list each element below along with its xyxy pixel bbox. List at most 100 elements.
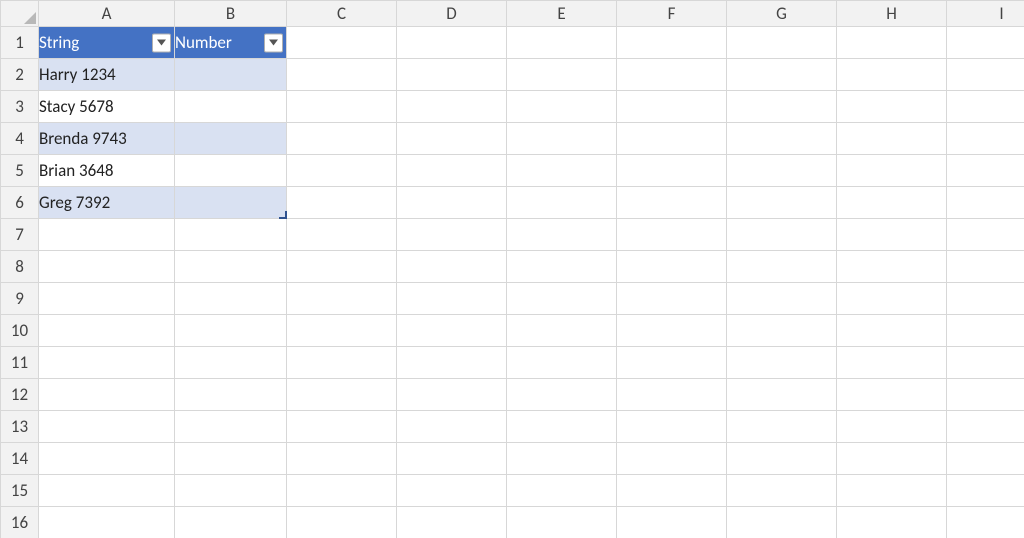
row-header[interactable]: 4: [1, 123, 39, 155]
cell[interactable]: [507, 443, 617, 475]
cell[interactable]: [397, 219, 507, 251]
cell[interactable]: [287, 315, 397, 347]
row-header[interactable]: 7: [1, 219, 39, 251]
cell[interactable]: [727, 123, 837, 155]
cell[interactable]: [837, 187, 947, 219]
cell[interactable]: [39, 347, 175, 379]
cell[interactable]: [947, 123, 1024, 155]
row-header[interactable]: 3: [1, 91, 39, 123]
row-header[interactable]: 15: [1, 475, 39, 507]
cell[interactable]: [837, 219, 947, 251]
table-resize-handle[interactable]: [279, 211, 287, 219]
cell[interactable]: [727, 251, 837, 283]
cell[interactable]: [727, 379, 837, 411]
cell[interactable]: [837, 59, 947, 91]
cell[interactable]: [39, 411, 175, 443]
cell[interactable]: [287, 155, 397, 187]
cell[interactable]: [947, 379, 1024, 411]
cell[interactable]: [617, 251, 727, 283]
cell[interactable]: [727, 315, 837, 347]
cell[interactable]: [727, 27, 837, 59]
cell[interactable]: [617, 347, 727, 379]
cell[interactable]: [287, 443, 397, 475]
table-cell[interactable]: [175, 59, 287, 91]
cell[interactable]: [507, 123, 617, 155]
cell[interactable]: [175, 251, 287, 283]
cell[interactable]: [397, 443, 507, 475]
filter-dropdown-button[interactable]: [152, 33, 171, 52]
cell[interactable]: [727, 187, 837, 219]
cell[interactable]: [727, 219, 837, 251]
cell[interactable]: [175, 315, 287, 347]
cell[interactable]: [39, 379, 175, 411]
cell[interactable]: [397, 91, 507, 123]
cell[interactable]: [727, 283, 837, 315]
cell[interactable]: [837, 411, 947, 443]
cell[interactable]: [287, 411, 397, 443]
cell[interactable]: [837, 91, 947, 123]
cell[interactable]: [287, 59, 397, 91]
cell[interactable]: [727, 475, 837, 507]
row-header[interactable]: 9: [1, 283, 39, 315]
cell[interactable]: [837, 155, 947, 187]
table-cell[interactable]: [175, 187, 287, 219]
table-cell[interactable]: [175, 155, 287, 187]
cell[interactable]: [837, 379, 947, 411]
cell[interactable]: [39, 443, 175, 475]
row-header[interactable]: 16: [1, 507, 39, 538]
cell[interactable]: [727, 507, 837, 538]
table-cell[interactable]: [175, 123, 287, 155]
cell[interactable]: [727, 91, 837, 123]
cell[interactable]: [507, 379, 617, 411]
cell[interactable]: [837, 347, 947, 379]
table-cell[interactable]: Harry 1234: [39, 59, 175, 91]
filter-dropdown-button[interactable]: [264, 33, 283, 52]
cell[interactable]: [507, 187, 617, 219]
cell[interactable]: [507, 155, 617, 187]
cell[interactable]: [947, 251, 1024, 283]
cell[interactable]: [175, 475, 287, 507]
row-header[interactable]: 13: [1, 411, 39, 443]
cell[interactable]: [837, 251, 947, 283]
cell[interactable]: [39, 251, 175, 283]
column-header[interactable]: F: [617, 1, 727, 27]
cell[interactable]: [397, 123, 507, 155]
cell[interactable]: [617, 443, 727, 475]
cell[interactable]: [837, 443, 947, 475]
cell[interactable]: [39, 219, 175, 251]
row-header[interactable]: 2: [1, 59, 39, 91]
cell[interactable]: [617, 91, 727, 123]
cell[interactable]: [837, 123, 947, 155]
row-header[interactable]: 12: [1, 379, 39, 411]
column-header[interactable]: H: [837, 1, 947, 27]
cell[interactable]: [175, 379, 287, 411]
column-header[interactable]: I: [947, 1, 1024, 27]
cell[interactable]: [397, 155, 507, 187]
cell[interactable]: [287, 187, 397, 219]
table-cell[interactable]: Brian 3648: [39, 155, 175, 187]
cell[interactable]: [39, 283, 175, 315]
cell[interactable]: [397, 27, 507, 59]
column-header[interactable]: B: [175, 1, 287, 27]
cell[interactable]: [947, 283, 1024, 315]
cell[interactable]: [947, 507, 1024, 538]
column-header[interactable]: D: [397, 1, 507, 27]
cell[interactable]: [947, 91, 1024, 123]
cell[interactable]: [175, 411, 287, 443]
cell[interactable]: [617, 27, 727, 59]
cell[interactable]: [507, 27, 617, 59]
cell[interactable]: [507, 219, 617, 251]
cell[interactable]: [727, 443, 837, 475]
row-header[interactable]: 6: [1, 187, 39, 219]
table-cell[interactable]: Stacy 5678: [39, 91, 175, 123]
row-header[interactable]: 1: [1, 27, 39, 59]
cell[interactable]: [617, 123, 727, 155]
cell[interactable]: [507, 315, 617, 347]
cell[interactable]: [507, 507, 617, 538]
cell[interactable]: [287, 27, 397, 59]
cell[interactable]: [397, 59, 507, 91]
cell[interactable]: [947, 219, 1024, 251]
table-cell[interactable]: Brenda 9743: [39, 123, 175, 155]
cell[interactable]: [507, 347, 617, 379]
cell[interactable]: [175, 507, 287, 538]
